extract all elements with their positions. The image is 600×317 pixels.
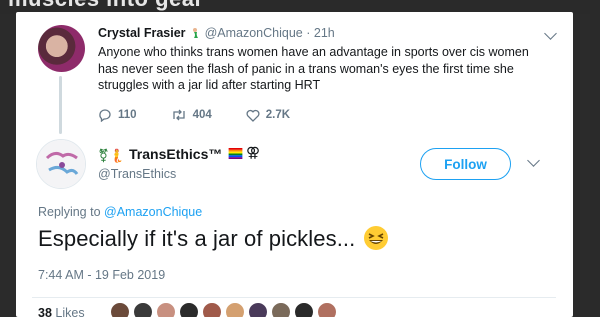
likes-count: 38 (38, 306, 52, 317)
liker-avatar[interactable] (294, 302, 314, 317)
tweet-card: Crystal Frasier @AmazonChique · 21h Anyon… (16, 12, 573, 317)
reply-button[interactable]: 110 (98, 108, 137, 122)
double-venus-icon: ⚢ (246, 144, 261, 160)
main-tweet-text: Especially if it's a jar of pickles... (38, 225, 389, 252)
divider (32, 297, 556, 298)
grinning-squinting-face-icon (364, 226, 389, 250)
heart-icon (246, 109, 260, 122)
thread-connector-line (59, 76, 62, 134)
parent-timestamp[interactable]: 21h (314, 26, 335, 40)
transethics-logo-icon (37, 140, 85, 188)
main-author-handle[interactable]: @TransEthics (98, 167, 176, 181)
trans-mermaid-symbols: ⚧🧜 (98, 148, 126, 163)
parent-tweet-text: Anyone who thinks trans women have an ad… (98, 45, 529, 92)
liker-avatar[interactable] (133, 302, 153, 317)
retweet-button[interactable]: 404 (171, 108, 212, 122)
replying-prefix: Replying to (38, 205, 101, 219)
like-count: 2.7K (265, 109, 291, 121)
liker-avatar[interactable] (202, 302, 222, 317)
chevron-down-icon[interactable] (527, 154, 540, 167)
main-avatar[interactable] (36, 139, 86, 189)
scrollbar-edge[interactable] (590, 0, 600, 317)
parent-avatar[interactable] (38, 25, 85, 72)
parent-author-name[interactable]: Crystal Frasier (98, 26, 186, 40)
retweet-icon (172, 109, 185, 121)
parent-author-handle[interactable]: @AmazonChique (205, 26, 303, 40)
background-title: muscles into gear (8, 0, 204, 12)
like-button[interactable]: 2.7K (246, 109, 290, 122)
liker-avatar[interactable] (317, 302, 337, 317)
parent-action-bar: 110 404 2.7K (98, 107, 324, 123)
liker-avatar[interactable] (271, 302, 291, 317)
main-tweet-timestamp[interactable]: 7:44 AM - 19 Feb 2019 (38, 268, 165, 282)
likes-summary[interactable]: 38 Likes (38, 306, 85, 317)
liker-avatar[interactable] (179, 302, 199, 317)
rainbow-flag-icon (228, 148, 243, 159)
follow-button[interactable]: Follow (420, 148, 511, 180)
main-author-name[interactable]: TransEthics™ (129, 146, 222, 162)
likes-label: Likes (55, 306, 85, 317)
chevron-down-icon[interactable] (544, 27, 557, 40)
mermaid-emoji-icon (192, 28, 198, 38)
liker-avatar[interactable] (156, 302, 176, 317)
reply-icon (99, 109, 111, 122)
main-tweet-body: Especially if it's a jar of pickles... (38, 226, 356, 251)
liker-avatar[interactable] (110, 302, 130, 317)
liker-avatar[interactable] (225, 302, 245, 317)
retweet-count: 404 (192, 109, 212, 121)
parent-tweet-header: Crystal Frasier @AmazonChique · 21h (98, 26, 335, 40)
separator-dot: · (306, 26, 311, 40)
liker-avatar[interactable] (248, 302, 268, 317)
replying-to-line: Replying to @AmazonChique (38, 205, 202, 219)
liker-avatars (110, 302, 340, 317)
replying-to-mention[interactable]: @AmazonChique (104, 205, 202, 219)
reply-count: 110 (118, 109, 137, 121)
